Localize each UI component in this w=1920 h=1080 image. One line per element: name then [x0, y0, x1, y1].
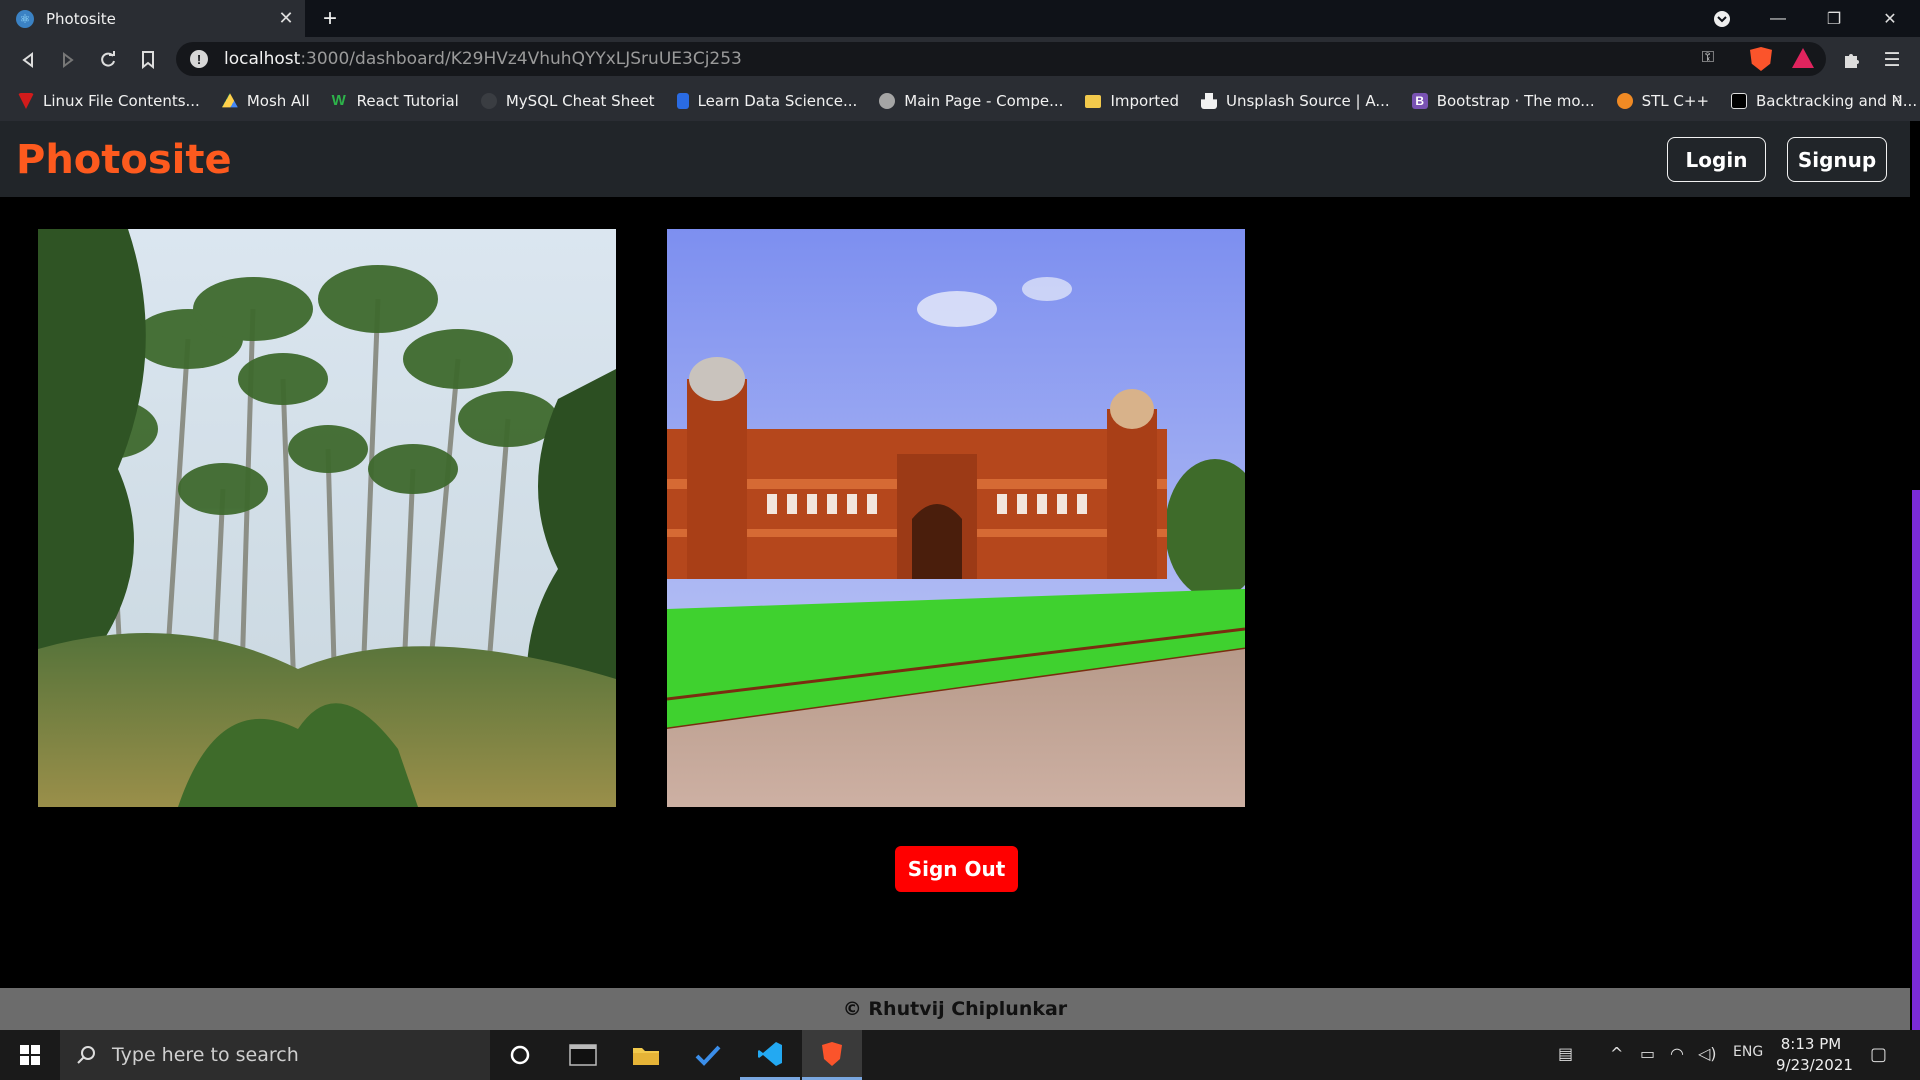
bookmark-learn-data-science[interactable]: Learn Data Science... [676, 92, 857, 110]
chevron-up-icon[interactable]: ^ [1610, 1044, 1623, 1063]
photo-red-fort[interactable] [667, 229, 1245, 807]
tab-title: Photosite [46, 9, 116, 28]
red-fort-image [667, 229, 1245, 807]
menu-button[interactable]: ☰ [1878, 46, 1906, 74]
taskbar-search[interactable]: Type here to search [60, 1030, 490, 1080]
windows-taskbar: Type here to search ▤ ^ ▭ ◠ ◁) ENG 8:13 … [0, 1030, 1920, 1080]
footer-copyright: © Rhutvij Chiplunkar [842, 998, 1068, 1020]
scrollbar-thumb[interactable] [1912, 490, 1920, 1030]
tab-search-button[interactable] [1694, 0, 1750, 37]
wifi-icon[interactable]: ◠ [1670, 1044, 1684, 1063]
signup-button[interactable]: Signup [1787, 137, 1887, 182]
forward-arrow-icon [63, 52, 74, 68]
folder-icon [633, 1048, 659, 1065]
folder-icon [1085, 94, 1102, 108]
github-icon [480, 93, 497, 109]
bookmark-linux[interactable]: Linux File Contents... [18, 92, 200, 110]
cortana-button[interactable] [490, 1030, 550, 1080]
key-icon[interactable]: ⚿ [1702, 49, 1714, 67]
site-brand[interactable]: Photosite [16, 137, 232, 183]
video-bookmark-icon [1731, 93, 1748, 109]
terminal-icon [569, 1044, 597, 1066]
start-button[interactable] [0, 1030, 60, 1080]
w3schools-icon: W [331, 92, 346, 109]
browser-toolbar: ! localhost:3000/dashboard/K29HVz4VhuhQY… [0, 37, 1920, 81]
url-host: localhost [224, 49, 301, 69]
reload-icon [101, 51, 115, 67]
bookmark-button[interactable] [134, 46, 162, 74]
clock-date: 9/23/2021 [1776, 1056, 1853, 1074]
browser-tab-photosite[interactable]: ⚛ Photosite ✕ [0, 0, 305, 37]
react-icon: ⚛ [16, 9, 34, 28]
close-window-button[interactable]: ✕ [1862, 0, 1918, 37]
windows-logo-icon [20, 1045, 40, 1065]
close-tab-icon[interactable]: ✕ [275, 7, 297, 29]
notification-icon[interactable]: ▢ [1870, 1044, 1887, 1065]
search-icon [77, 1046, 95, 1064]
taskbar-todo[interactable] [678, 1030, 738, 1080]
palm-grove-image [38, 229, 616, 807]
taskbar-file-explorer[interactable] [616, 1030, 676, 1080]
more-bookmarks-button[interactable]: » [1893, 90, 1902, 108]
taskbar-terminal[interactable] [553, 1030, 613, 1080]
bookmark-imported[interactable]: Imported [1085, 92, 1179, 110]
bookmark-icon [142, 51, 154, 69]
cortana-icon [510, 1045, 530, 1065]
reload-button[interactable] [94, 46, 122, 74]
back-button[interactable] [14, 46, 42, 74]
news-icon[interactable]: ▤ [1558, 1044, 1573, 1063]
sign-out-button[interactable]: Sign Out [895, 846, 1018, 892]
taskbar-clock[interactable]: 8:13 PM 9/23/2021 [1776, 1034, 1853, 1076]
battery-icon[interactable]: ▭ [1640, 1044, 1655, 1063]
clock-time: 8:13 PM [1780, 1035, 1842, 1053]
photo-palm-grove[interactable] [38, 229, 616, 807]
bookmark-stl[interactable]: STL C++ [1616, 92, 1709, 110]
brave-icon [822, 1041, 842, 1066]
brave-shield-icon[interactable] [1750, 47, 1772, 71]
bootstrap-icon: B [1411, 93, 1428, 109]
brave-rewards-icon[interactable] [1792, 48, 1814, 68]
bookmark-mosh[interactable]: Mosh All [221, 92, 310, 110]
geeksforgeeks-icon [1616, 93, 1633, 109]
url-path: :3000/dashboard/K29HVz4VhuhQYYxLJSruUE3C… [300, 49, 742, 69]
bookmark-bootstrap[interactable]: B Bootstrap · The mo... [1411, 92, 1595, 110]
new-tab-button[interactable]: + [316, 5, 344, 33]
login-button[interactable]: Login [1667, 137, 1766, 182]
minimize-button[interactable]: — [1750, 0, 1806, 37]
bookmark-unsplash[interactable]: Unsplash Source | A... [1201, 92, 1390, 110]
site-info-icon[interactable]: ! [190, 50, 208, 68]
forward-button[interactable] [54, 46, 82, 74]
linux-bookmark-icon [18, 93, 34, 109]
bookmark-mysql[interactable]: MySQL Cheat Sheet [480, 92, 655, 110]
bookmark-react-tutorial[interactable]: W React Tutorial [332, 92, 459, 110]
chevron-down-circle-icon [1714, 10, 1730, 27]
volume-icon[interactable]: ◁) [1698, 1044, 1717, 1063]
checkmark-icon [695, 1045, 721, 1066]
bookmark-main-page[interactable]: Main Page - Compe... [879, 92, 1063, 110]
site-bookmark-icon [879, 93, 896, 109]
taskbar-brave[interactable] [802, 1030, 862, 1080]
restore-button[interactable]: ❐ [1806, 0, 1862, 37]
browser-tab-bar: ⚛ Photosite ✕ + — ❐ ✕ [0, 0, 1920, 37]
site-navbar: Photosite Login Signup [0, 121, 1920, 197]
taskbar-vscode[interactable] [740, 1030, 800, 1080]
site-footer: © Rhutvij Chiplunkar [0, 988, 1910, 1030]
search-placeholder: Type here to search [112, 1044, 299, 1066]
bookmark-backtracking[interactable]: Backtracking and N... [1731, 92, 1917, 110]
puzzle-icon [1845, 54, 1859, 68]
language-indicator[interactable]: ENG [1733, 1044, 1763, 1060]
extensions-button[interactable] [1838, 46, 1866, 74]
back-arrow-icon [22, 52, 33, 68]
vscode-icon [758, 1041, 782, 1066]
bookmarks-bar: Linux File Contents... Mosh All W React T… [0, 81, 1920, 121]
address-bar[interactable]: ! localhost:3000/dashboard/K29HVz4VhuhQY… [176, 42, 1826, 76]
unsplash-icon [1201, 93, 1217, 109]
document-bookmark-icon [676, 93, 689, 109]
google-drive-icon [221, 93, 238, 108]
